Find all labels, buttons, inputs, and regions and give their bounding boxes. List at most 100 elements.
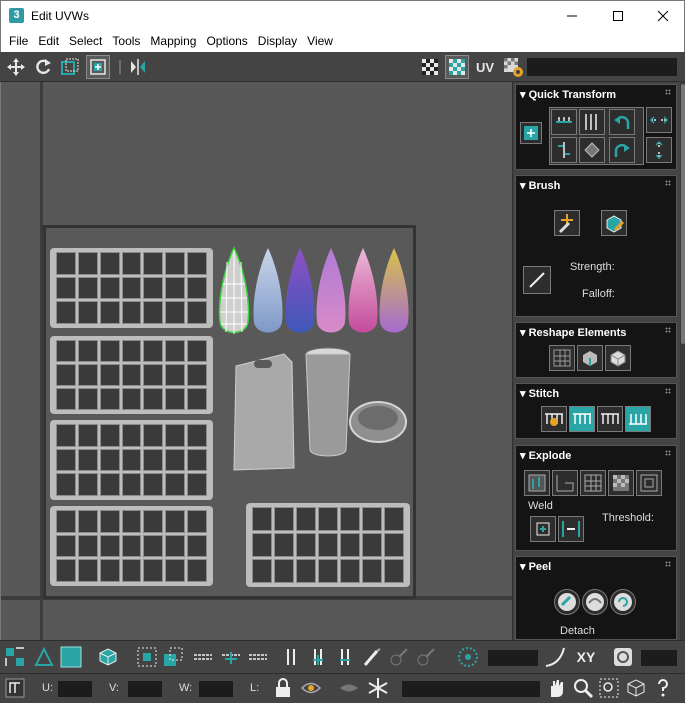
rollout-title[interactable]: ▾ Stitch xyxy=(520,387,559,400)
grow-loop-icon[interactable] xyxy=(192,646,214,668)
checker-icon[interactable] xyxy=(418,55,442,79)
rollout-title[interactable]: ▾ Peel xyxy=(520,560,551,573)
rollout-grip[interactable] xyxy=(665,180,671,186)
relax-button[interactable] xyxy=(577,345,603,371)
select-element-icon[interactable] xyxy=(4,646,26,668)
menu-edit[interactable]: Edit xyxy=(33,30,64,52)
stitch-source-button[interactable] xyxy=(625,406,651,432)
rotate-icon[interactable] xyxy=(31,55,55,79)
peel-reset-button[interactable] xyxy=(610,589,636,615)
menu-display[interactable]: Display xyxy=(253,30,302,52)
rollout-title[interactable]: ▾ Reshape Elements xyxy=(520,326,626,339)
edge-select-icon[interactable] xyxy=(33,646,55,668)
maximize-button[interactable] xyxy=(595,1,641,30)
scale-icon[interactable] xyxy=(58,55,82,79)
rollout-grip[interactable] xyxy=(665,327,671,333)
loop-shrink-icon[interactable] xyxy=(334,646,356,668)
hide-icon[interactable] xyxy=(338,677,360,699)
weld-target-button[interactable] xyxy=(558,516,584,542)
shrink-loop-icon[interactable] xyxy=(220,646,242,668)
mirror-icon[interactable] xyxy=(126,55,150,79)
menu-mapping[interactable]: Mapping xyxy=(145,30,201,52)
flatten-button[interactable] xyxy=(605,345,631,371)
rollout-grip[interactable] xyxy=(665,89,671,95)
rollout-grip[interactable] xyxy=(665,388,671,394)
align-vertical-button[interactable] xyxy=(579,109,605,135)
uv-viewport[interactable] xyxy=(0,82,512,640)
quick-peel-button[interactable] xyxy=(554,589,580,615)
minimize-button[interactable] xyxy=(549,1,595,30)
rollout-grip[interactable] xyxy=(665,561,671,567)
u-field[interactable] xyxy=(58,681,92,697)
rollout-title[interactable]: ▾ Quick Transform xyxy=(520,88,616,101)
uv-options-icon[interactable] xyxy=(501,55,525,79)
panel-scrollbar-thumb[interactable] xyxy=(681,84,685,344)
space-button[interactable] xyxy=(579,137,605,163)
flatten-by-material-button[interactable] xyxy=(636,470,662,496)
face-select-icon[interactable] xyxy=(60,646,82,668)
zoom-region-icon[interactable] xyxy=(598,677,620,699)
spacing-h-button[interactable] xyxy=(646,107,672,133)
menu-options[interactable]: Options xyxy=(201,30,252,52)
loop-grow-icon[interactable] xyxy=(307,646,329,668)
freeze-icon[interactable] xyxy=(367,677,389,699)
checker-pattern-icon[interactable] xyxy=(445,55,469,79)
paint-select-icon[interactable] xyxy=(361,646,383,668)
element-select-icon[interactable] xyxy=(97,646,119,668)
w-field[interactable] xyxy=(199,681,233,697)
texel-value-field[interactable] xyxy=(641,650,677,666)
top-toolbar-field[interactable] xyxy=(527,58,677,76)
detach-edge-button[interactable] xyxy=(552,470,578,496)
zoom-icon[interactable] xyxy=(572,677,594,699)
stitch-average-button[interactable] xyxy=(597,406,623,432)
named-selection-field[interactable] xyxy=(402,681,540,697)
lock-icon[interactable] xyxy=(272,677,294,699)
ring-select-icon[interactable] xyxy=(247,646,269,668)
brush-size-button[interactable] xyxy=(523,266,551,294)
loop-icon[interactable] xyxy=(280,646,302,668)
rotate-ccw-button[interactable] xyxy=(609,109,635,135)
flatten-by-smoothing-button[interactable] xyxy=(608,470,634,496)
straighten-button[interactable] xyxy=(549,345,575,371)
rollout-title[interactable]: ▾ Brush xyxy=(520,179,560,192)
panel-scrollbar[interactable] xyxy=(680,82,685,640)
break-button[interactable] xyxy=(524,470,550,496)
close-button[interactable] xyxy=(640,1,685,30)
paint-select-grow-icon[interactable] xyxy=(388,646,410,668)
relax-brush-button[interactable] xyxy=(601,210,627,236)
peel-mode-button[interactable] xyxy=(582,589,608,615)
align-center-h-button[interactable] xyxy=(551,137,577,163)
soft-select-icon[interactable] xyxy=(457,646,479,668)
stitch-custom-button[interactable] xyxy=(541,406,567,432)
zoom-extents-icon[interactable] xyxy=(625,677,647,699)
freeform-icon[interactable] xyxy=(86,55,110,79)
menu-file[interactable]: File xyxy=(4,30,33,52)
rotate-cw-button[interactable] xyxy=(609,137,635,163)
stitch-target-button[interactable] xyxy=(569,406,595,432)
soft-select-value-field[interactable] xyxy=(488,650,538,666)
grow-select-icon[interactable] xyxy=(162,646,184,668)
grab-brush-button[interactable] xyxy=(554,210,580,236)
uv-label[interactable]: UV xyxy=(472,55,498,79)
weld-selected-button[interactable] xyxy=(530,516,556,542)
align-horizontal-button[interactable] xyxy=(551,109,577,135)
marquee-select-icon[interactable] xyxy=(136,646,158,668)
falloff-curve-icon[interactable] xyxy=(544,646,566,668)
menu-view[interactable]: View xyxy=(302,30,338,52)
lock-transform-icon[interactable] xyxy=(4,677,26,699)
pivot-button[interactable] xyxy=(520,122,542,144)
show-hide-icon[interactable] xyxy=(300,677,322,699)
move-icon[interactable] xyxy=(4,55,28,79)
xy-label[interactable]: XY xyxy=(572,646,600,668)
spacing-v-button[interactable] xyxy=(646,137,672,163)
menu-select[interactable]: Select xyxy=(64,30,107,52)
pan-icon[interactable] xyxy=(545,677,567,699)
menu-tools[interactable]: Tools xyxy=(107,30,145,52)
v-field[interactable] xyxy=(128,681,162,697)
flatten-by-polygon-button[interactable] xyxy=(580,470,606,496)
texel-options-icon[interactable] xyxy=(612,646,634,668)
rollout-title[interactable]: ▾ Explode xyxy=(520,449,571,462)
help-icon[interactable] xyxy=(652,677,674,699)
rollout-grip[interactable] xyxy=(665,450,671,456)
paint-select-shrink-icon[interactable] xyxy=(415,646,437,668)
